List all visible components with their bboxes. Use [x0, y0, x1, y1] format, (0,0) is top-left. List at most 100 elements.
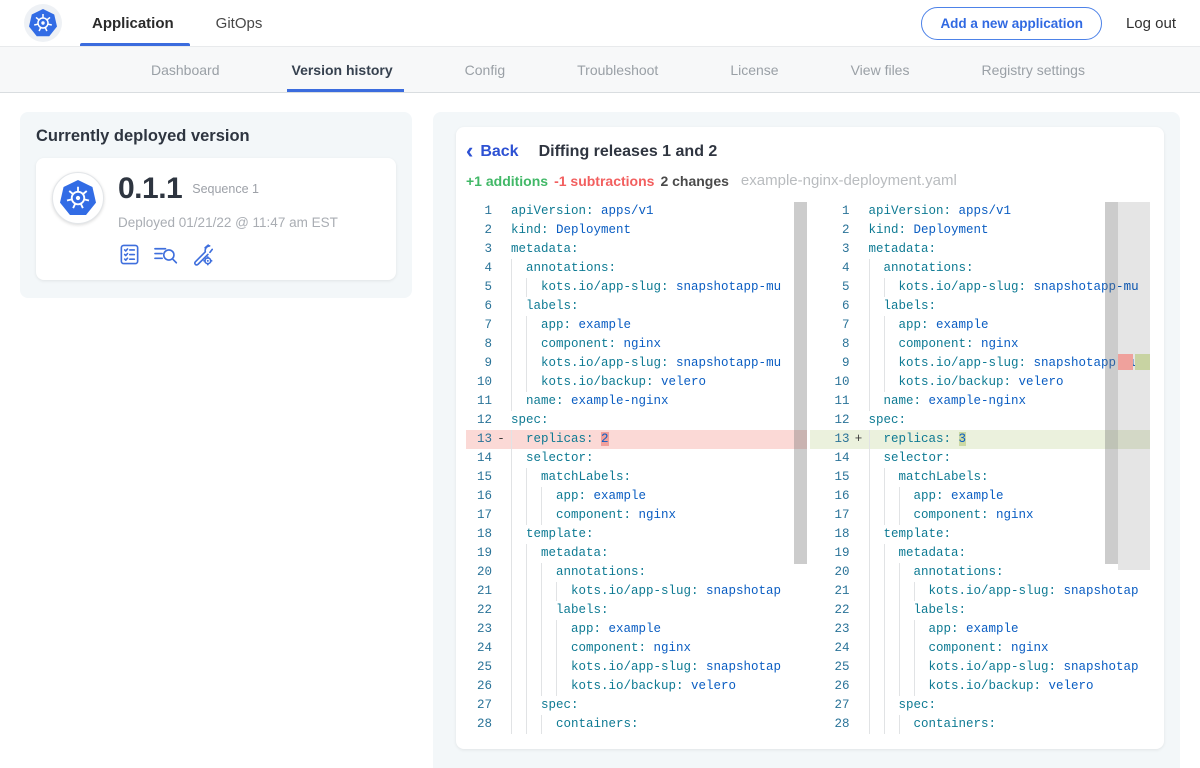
- sequence-label: Sequence 1: [192, 182, 259, 196]
- diff-line: 28 containers:: [466, 715, 807, 734]
- diff-line: 12spec:: [466, 411, 807, 430]
- diff-line: 7 app: example: [810, 316, 1151, 335]
- diff-line: 17 component: nginx: [810, 506, 1151, 525]
- diff-line: 16 app: example: [810, 487, 1151, 506]
- diff-pane-modified[interactable]: 1apiVersion: apps/v12kind: Deployment3me…: [810, 202, 1151, 736]
- diff-line: 26 kots.io/backup: velero: [810, 677, 1151, 696]
- wrench-gear-icon[interactable]: [190, 243, 213, 266]
- diff-line: 22 labels:: [466, 601, 807, 620]
- diff-line: 19 metadata:: [466, 544, 807, 563]
- diff-line: 4 annotations:: [466, 259, 807, 278]
- diff-title: Diffing releases 1 and 2: [539, 143, 718, 161]
- diff-line: 6 labels:: [810, 297, 1151, 316]
- scrollbar-thumb[interactable]: [1105, 202, 1118, 564]
- diff-outer-panel: ‹ Back Diffing releases 1 and 2 +1 addit…: [433, 112, 1180, 768]
- back-button[interactable]: ‹ Back: [466, 143, 519, 161]
- ruler-deletion-mark: [1118, 354, 1133, 370]
- add-application-button[interactable]: Add a new application: [921, 7, 1102, 40]
- diff-filename: example-nginx-deployment.yaml: [741, 172, 957, 189]
- diff-card: ‹ Back Diffing releases 1 and 2 +1 addit…: [456, 127, 1164, 749]
- diff-pane-original[interactable]: 1apiVersion: apps/v12kind: Deployment3me…: [466, 202, 807, 736]
- diff-line: 18 template:: [810, 525, 1151, 544]
- kubernetes-logo: [24, 4, 62, 42]
- diff-line: 23 app: example: [466, 620, 807, 639]
- diff-line: 15 matchLabels:: [466, 468, 807, 487]
- diff-line: 4 annotations:: [810, 259, 1151, 278]
- scrollbar-thumb[interactable]: [794, 202, 807, 564]
- diff-line: 1apiVersion: apps/v1: [810, 202, 1151, 221]
- checklist-icon[interactable]: [118, 243, 141, 266]
- currently-deployed-panel: Currently deployed version: [20, 112, 412, 298]
- diff-line: 13+ replicas: 3: [810, 430, 1151, 449]
- subnav-item-dashboard[interactable]: Dashboard: [146, 47, 225, 92]
- top-nav: ApplicationGitOps Add a new application …: [0, 0, 1200, 47]
- diff-line: 9 kots.io/app-slug: snapshotapp-mu: [466, 354, 807, 373]
- app-icon: [52, 172, 104, 224]
- subnav-item-config[interactable]: Config: [460, 47, 510, 92]
- diff-line: 11 name: example-nginx: [810, 392, 1151, 411]
- ruler-addition-mark: [1135, 354, 1150, 370]
- diff-line: 9 kots.io/app-slug: snapshotapp-mu: [810, 354, 1151, 373]
- deployed-panel-title: Currently deployed version: [36, 127, 396, 146]
- app-subnav: Dashboard Version history Config Troublesho…: [0, 47, 1200, 93]
- subnav-item-troubleshoot[interactable]: Troubleshoot: [572, 47, 663, 92]
- diff-line: 22 labels:: [810, 601, 1151, 620]
- diff-line: 12spec:: [810, 411, 1151, 430]
- diff-line: 10 kots.io/backup: velero: [466, 373, 807, 392]
- diff-line: 11 name: example-nginx: [466, 392, 807, 411]
- logout-button[interactable]: Log out: [1126, 15, 1176, 32]
- deployed-version-card: 0.1.1 Sequence 1 Deployed 01/21/22 @ 11:…: [36, 158, 396, 280]
- diff-line: 14 selector:: [810, 449, 1151, 468]
- subnav-item-registry-settings[interactable]: Registry settings: [976, 47, 1089, 92]
- diff-line: 23 app: example: [810, 620, 1151, 639]
- diff-line: 13- replicas: 2: [466, 430, 807, 449]
- diff-editor: 1apiVersion: apps/v12kind: Deployment3me…: [466, 202, 1150, 736]
- diff-line: 16 app: example: [466, 487, 807, 506]
- subnav-item-version-history[interactable]: Version history: [287, 47, 398, 92]
- diff-line: 24 component: nginx: [466, 639, 807, 658]
- diff-line: 21 kots.io/app-slug: snapshotap: [466, 582, 807, 601]
- topnav-tab-application[interactable]: Application: [92, 0, 174, 46]
- diff-pane-original-rows: 1apiVersion: apps/v12kind: Deployment3me…: [466, 202, 807, 734]
- diff-line: 19 metadata:: [810, 544, 1151, 563]
- diff-line: 3metadata:: [810, 240, 1151, 259]
- changes-count: 2 changes: [660, 173, 728, 189]
- diff-line: 27 spec:: [810, 696, 1151, 715]
- diff-line: 8 component: nginx: [810, 335, 1151, 354]
- release-notes-search-icon[interactable]: [153, 243, 178, 266]
- version-number: 0.1.1: [118, 172, 182, 206]
- ship-wheel-icon: [31, 11, 55, 35]
- diff-line: 26 kots.io/backup: velero: [466, 677, 807, 696]
- diff-line: 28 containers:: [810, 715, 1151, 734]
- diff-line: 20 annotations:: [810, 563, 1151, 582]
- diff-overview-ruler: [1118, 202, 1150, 570]
- diff-pane-modified-rows: 1apiVersion: apps/v12kind: Deployment3me…: [810, 202, 1151, 734]
- topnav-tab-gitops[interactable]: GitOps: [216, 0, 263, 46]
- diff-line: 6 labels:: [466, 297, 807, 316]
- diff-line: 17 component: nginx: [466, 506, 807, 525]
- diff-line: 24 component: nginx: [810, 639, 1151, 658]
- subnav-item-license[interactable]: License: [725, 47, 783, 92]
- diff-line: 20 annotations:: [466, 563, 807, 582]
- diff-line: 10 kots.io/backup: velero: [810, 373, 1151, 392]
- subnav-item-view-files[interactable]: View files: [846, 47, 915, 92]
- diff-line: 2kind: Deployment: [810, 221, 1151, 240]
- topnav-tabs: Application GitOps: [92, 0, 262, 46]
- diff-line: 1apiVersion: apps/v1: [466, 202, 807, 221]
- diff-line: 14 selector:: [466, 449, 807, 468]
- diff-line: 27 spec:: [466, 696, 807, 715]
- diff-line: 25 kots.io/app-slug: snapshotap: [466, 658, 807, 677]
- deployed-timestamp: Deployed 01/21/22 @ 11:47 am EST: [118, 215, 338, 230]
- diff-line: 5 kots.io/app-slug: snapshotapp-mu: [466, 278, 807, 297]
- additions-count: +1 additions: [466, 173, 548, 189]
- chevron-left-icon: ‹: [466, 143, 473, 159]
- diff-line: 25 kots.io/app-slug: snapshotap: [810, 658, 1151, 677]
- ship-wheel-icon: [63, 183, 93, 213]
- diff-line: 15 matchLabels:: [810, 468, 1151, 487]
- diff-line: 18 template:: [466, 525, 807, 544]
- diff-line: 21 kots.io/app-slug: snapshotap: [810, 582, 1151, 601]
- diff-line: 2kind: Deployment: [466, 221, 807, 240]
- diff-line: 8 component: nginx: [466, 335, 807, 354]
- main-content: Currently deployed version: [0, 93, 1200, 768]
- diff-line: 3metadata:: [466, 240, 807, 259]
